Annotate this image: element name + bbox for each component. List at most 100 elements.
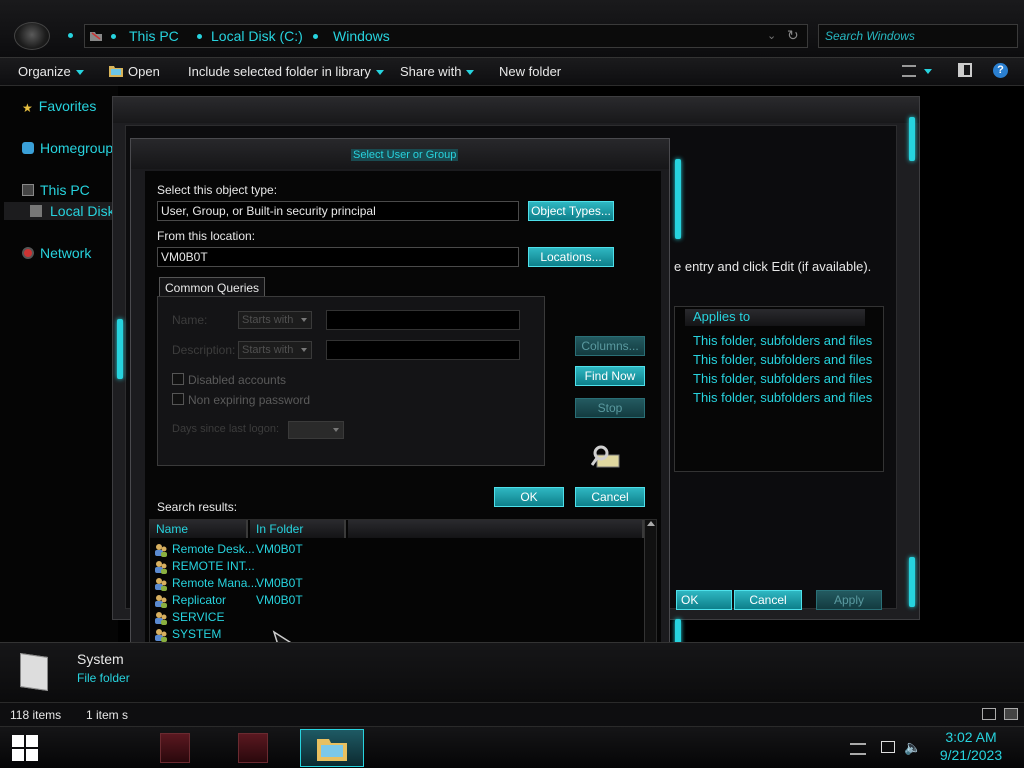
clock-time[interactable]: 3:02 AM [930, 729, 1012, 745]
folder-thumbnail-icon [20, 653, 48, 691]
name-filter-combo[interactable]: Starts with [238, 311, 312, 329]
large-icons-view-icon[interactable] [1004, 708, 1018, 720]
non-expiring-checkbox[interactable] [172, 393, 184, 405]
columns-button[interactable]: Columns... [575, 336, 645, 356]
start-windows-icon[interactable] [12, 735, 38, 761]
dialog-ok-button[interactable]: OK [494, 487, 564, 507]
result-folder: VM0B0T [256, 576, 303, 590]
list-item[interactable]: SERVICE [154, 610, 634, 627]
breadcrumb-this-pc[interactable]: This PC [129, 28, 179, 44]
object-types-button[interactable]: Object Types... [528, 201, 614, 221]
common-queries-panel: Name: Starts with Description: Starts wi… [157, 296, 545, 466]
star-icon: ★ [22, 101, 33, 115]
refresh-icon[interactable]: ↻ [787, 27, 799, 44]
dialog-cancel-button[interactable]: Cancel [575, 487, 645, 507]
action-center-icon[interactable] [850, 743, 866, 755]
result-name: SYSTEM [172, 627, 222, 641]
scroll-up-icon[interactable] [647, 521, 655, 526]
nav-this-pc[interactable]: This PC [22, 182, 90, 198]
nav-homegroup[interactable]: Homegroup [22, 140, 113, 156]
include-label: Include selected folder in library [188, 64, 371, 79]
disabled-accounts-checkbox[interactable] [172, 373, 184, 385]
list-item[interactable]: REMOTE INT... [154, 559, 634, 576]
taskbar-file-explorer[interactable] [300, 729, 364, 767]
nav-homegroup-label: Homegroup [40, 140, 114, 156]
explorer-title-bar: This PC Local Disk (C:) Windows ⌄ ↻ Sear… [0, 0, 1024, 58]
nav-local-disk-selected[interactable]: Local Disk [4, 202, 118, 220]
object-type-label: Select this object type: [157, 183, 278, 197]
applies-row[interactable]: This folder, subfolders and files [693, 352, 872, 367]
result-name: Replicator [172, 593, 227, 607]
nav-network[interactable]: Network [22, 245, 91, 261]
chevron-down-icon[interactable]: ⌄ [767, 29, 776, 42]
common-queries-tab[interactable]: Common Queries [159, 277, 266, 297]
taskbar-app-2[interactable] [238, 733, 268, 763]
search-results-label: Search results: [157, 500, 238, 514]
description-query-input[interactable] [326, 340, 520, 360]
column-header-name[interactable]: Name [150, 520, 248, 538]
advanced-instruction: e entry and click Edit (if available). [674, 259, 872, 274]
list-item[interactable]: Remote Mana... VM0B0T [154, 576, 634, 593]
days-since-logon-label: Days since last logon: [172, 423, 279, 435]
selected-count: 1 item s [86, 708, 129, 722]
applies-row[interactable]: This folder, subfolders and files [693, 333, 872, 348]
view-options-icon[interactable] [902, 65, 916, 77]
days-since-logon-combo[interactable] [288, 421, 344, 439]
object-type-field: User, Group, or Built-in security princi… [157, 201, 519, 221]
user-group-icon [155, 561, 167, 574]
share-with-button[interactable]: Share with [400, 64, 475, 79]
organize-label: Organize [18, 64, 71, 79]
chevron-down-icon [75, 70, 84, 76]
nav-favorites[interactable]: ★ Favorites [22, 98, 97, 115]
description-filter-combo[interactable]: Starts with [238, 341, 312, 359]
column-header-in-folder[interactable]: In Folder [250, 520, 346, 538]
new-folder-button[interactable]: New folder [499, 64, 561, 79]
advanced-ok-button[interactable]: OK [676, 590, 732, 610]
stop-button[interactable]: Stop [575, 398, 645, 418]
nav-favorites-label: Favorites [38, 98, 97, 114]
open-label: Open [128, 64, 160, 79]
result-name: SERVICE [172, 610, 225, 624]
details-view-icon[interactable] [982, 708, 996, 720]
location-label: From this location: [157, 229, 256, 243]
network-tray-icon[interactable] [881, 741, 895, 753]
result-name: Remote Mana... [172, 576, 258, 590]
applies-row[interactable]: This folder, subfolders and files [693, 390, 872, 405]
chevron-down-icon[interactable] [924, 69, 932, 74]
applies-to-header[interactable]: Applies to [685, 309, 865, 326]
item-count: 118 items [10, 708, 62, 722]
preview-pane-icon[interactable] [958, 63, 972, 77]
address-bar[interactable]: This PC Local Disk (C:) Windows ⌄ ↻ [84, 24, 808, 48]
user-group-icon [155, 629, 167, 642]
list-item[interactable]: Replicator VM0B0T [154, 593, 634, 610]
advanced-cancel-button[interactable]: Cancel [734, 590, 802, 610]
list-item[interactable]: Remote Desk... VM0B0T [154, 542, 634, 559]
decorative-glow [117, 319, 123, 379]
breadcrumb-windows[interactable]: Windows [333, 28, 390, 44]
navigation-pane: ★ Favorites Homegroup This PC Local Disk … [0, 86, 118, 642]
volume-icon[interactable]: 🔈 [904, 739, 921, 756]
description-label: Description: [172, 343, 236, 357]
help-icon[interactable]: ? [993, 63, 1008, 78]
include-in-library-button[interactable]: Include selected folder in library [188, 64, 384, 79]
taskbar-app-1[interactable] [160, 733, 190, 763]
locations-button[interactable]: Locations... [528, 247, 614, 267]
open-button[interactable]: Open [108, 64, 160, 79]
advanced-apply-button[interactable]: Apply [816, 590, 882, 610]
user-group-icon [155, 612, 167, 625]
dialog-title: Select User or Group [351, 149, 459, 161]
user-group-icon [155, 595, 167, 608]
clock-date[interactable]: 9/21/2023 [930, 747, 1012, 763]
search-input[interactable]: Search Windows [818, 24, 1018, 48]
user-group-icon [155, 544, 167, 557]
back-orb-icon[interactable] [14, 22, 50, 50]
organize-button[interactable]: Organize [18, 64, 84, 79]
open-folder-icon [109, 66, 123, 77]
column-header-blank[interactable] [348, 520, 644, 538]
computer-icon [22, 184, 34, 196]
dialog-body: Select this object type: User, Group, or… [145, 171, 661, 715]
breadcrumb-local-disk[interactable]: Local Disk (C:) [211, 28, 303, 44]
name-query-input[interactable] [326, 310, 520, 330]
find-now-button[interactable]: Find Now [575, 366, 645, 386]
applies-row[interactable]: This folder, subfolders and files [693, 371, 872, 386]
